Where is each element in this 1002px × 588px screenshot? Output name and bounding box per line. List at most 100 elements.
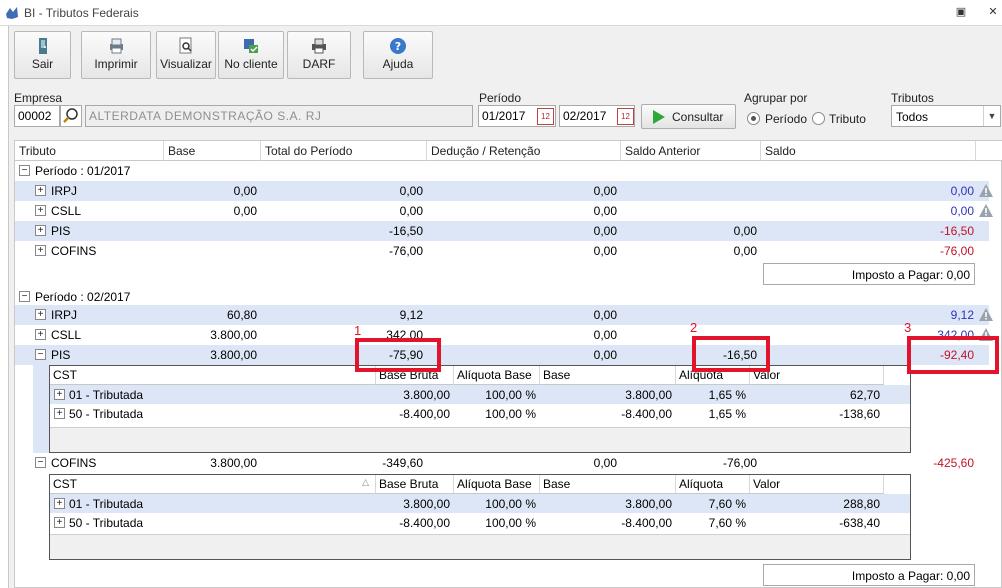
col-header-saldo-anterior[interactable]: Saldo Anterior [621,141,761,161]
aliquota-cell: 1,65 % [708,388,746,402]
tributo-cell: COFINS [51,456,97,470]
calendar-icon[interactable]: 12 [537,108,554,125]
deducao-cell: 0,00 [593,204,617,218]
col-header-tributo[interactable]: Tributo [15,141,164,161]
table-row-selected[interactable]: − PIS 3.800,00 -75,90 0,00 -16,50 -92,40 [15,345,989,365]
base-cell: 3.800,00 [210,348,257,362]
col-header-saldo[interactable]: Saldo [761,141,976,161]
expand-icon[interactable]: + [35,309,46,320]
sub-col-aliquota-base[interactable]: Alíquota Base [454,475,540,494]
collapse-icon[interactable]: − [19,291,30,302]
detail-row[interactable]: + 50 - Tributada -8.400,00 100,00 % -8.4… [50,513,910,532]
visualizar-button[interactable]: Visualizar [156,31,216,79]
table-row[interactable]: + COFINS -76,00 0,00 0,00 -76,00 [15,241,989,261]
sub-col-aliquota[interactable]: Alíquota [676,475,750,494]
agrupar-periodo-radio[interactable] [747,112,760,125]
total-cell: -16,50 [388,224,423,238]
warning-icon[interactable] [978,307,994,323]
agrupar-label: Agrupar por [744,91,808,105]
calendar-icon[interactable]: 12 [617,108,634,125]
detail-row[interactable]: + 50 - Tributada -8.400,00 100,00 % -8.4… [50,404,910,423]
period-group-header[interactable]: − Período : 01/2017 [15,161,989,181]
collapse-icon[interactable]: − [35,349,46,360]
table-row[interactable]: + IRPJ 0,00 0,00 0,00 0,00 [15,181,993,201]
sub-col-base[interactable]: Base [540,475,676,494]
sub-col-base-bruta[interactable]: Base Bruta [376,475,454,494]
annotation-box [907,336,999,374]
detail-row[interactable]: + 01 - Tributada 3.800,00 100,00 % 3.800… [50,385,910,404]
warning-icon[interactable] [978,183,994,199]
deducao-cell: 0,00 [593,308,617,322]
col-header-spacer [976,141,1002,161]
aliquota-cell: 7,60 % [708,497,746,511]
darf-print-icon [312,38,326,54]
col-header-base[interactable]: Base [164,141,261,161]
collapse-icon[interactable]: − [35,457,46,468]
empresa-search-button[interactable] [60,105,82,127]
expand-icon[interactable]: + [54,389,65,400]
expand-icon[interactable]: + [35,185,46,196]
collapse-icon[interactable]: − [19,165,30,176]
table-row[interactable]: + IRPJ 60,80 9,12 0,00 9,12 [15,305,993,325]
expand-icon[interactable]: + [54,517,65,528]
detail-row[interactable]: + 01 - Tributada 3.800,00 100,00 % 3.800… [50,494,910,513]
imprimir-button[interactable]: Imprimir [81,31,151,79]
aliquota-base-cell: 100,00 % [485,497,536,511]
agrupar-tributo-radio[interactable] [812,112,825,125]
empresa-name-field [85,105,473,127]
sair-button[interactable]: Sair [14,31,71,79]
selection-band [33,365,49,453]
darf-button[interactable]: DARF [287,31,351,79]
cst-cell: 50 - Tributada [69,516,144,530]
sub-col-cst[interactable]: CST [50,366,376,385]
annotation-number: 2 [690,320,698,335]
period-group-header[interactable]: − Período : 02/2017 [15,287,989,307]
ajuda-button[interactable]: ? Ajuda [363,31,433,79]
no-cliente-label: No cliente [224,57,278,71]
col-header-deducao[interactable]: Dedução / Retenção [427,141,621,161]
sub-col-base[interactable]: Base [540,366,676,385]
base-cell: 3.800,00 [210,456,257,470]
darf-label: DARF [302,57,336,71]
empresa-label: Empresa [14,91,63,105]
sub-col-aliquota-base[interactable]: Alíquota Base [454,366,540,385]
expand-icon[interactable]: + [35,245,46,256]
tributo-cell: COFINS [51,244,97,258]
svg-text:?: ? [395,40,401,53]
agrupar-tributo-label: Tributo [829,112,866,126]
expand-icon[interactable]: + [35,329,46,340]
sub-col-valor[interactable]: Valor [750,475,884,494]
total-cell: 0,00 [399,204,423,218]
empresa-code-input[interactable] [14,105,60,127]
table-row[interactable]: + PIS -16,50 0,00 0,00 -16,50 [15,221,989,241]
consultar-button[interactable]: Consultar [641,104,736,129]
expand-icon[interactable]: + [54,408,65,419]
sort-asc-icon[interactable]: △ [362,477,369,488]
sub-col-cst[interactable]: CST △ [50,475,376,494]
valor-cell: -638,40 [839,516,880,530]
help-icon: ? [390,38,406,54]
close-icon[interactable]: ✕ [986,5,1000,18]
base-cell: 3.800,00 [625,388,672,402]
expand-icon[interactable]: + [54,498,65,509]
table-row[interactable]: − COFINS 3.800,00 -349,60 0,00 -76,00 -4… [15,453,989,473]
chevron-down-icon[interactable]: ▼ [983,106,1000,126]
col-header-total[interactable]: Total do Período [261,141,427,161]
preview-icon [179,37,192,54]
restore-icon[interactable]: ▣ [954,5,968,18]
no-cliente-button[interactable]: No cliente [218,31,284,79]
table-row[interactable]: + CSLL 0,00 0,00 0,00 0,00 [15,201,993,221]
base-bruta-cell: 3.800,00 [403,388,450,402]
tributos-select[interactable]: Todos ▼ [891,105,1001,127]
table-row[interactable]: + CSLL 3.800,00 342,00 0,00 342,00 [15,325,993,345]
warning-icon[interactable] [978,203,994,219]
sub-col-valor[interactable]: Valor [750,366,884,385]
window-title: BI - Tributos Federais [24,6,139,20]
annotation-number: 3 [904,320,912,335]
sair-label: Sair [31,57,54,71]
base-cell: 3.800,00 [625,497,672,511]
door-exit-icon [38,38,47,54]
expand-icon[interactable]: + [35,205,46,216]
expand-icon[interactable]: + [35,225,46,236]
deducao-cell: 0,00 [593,328,617,342]
